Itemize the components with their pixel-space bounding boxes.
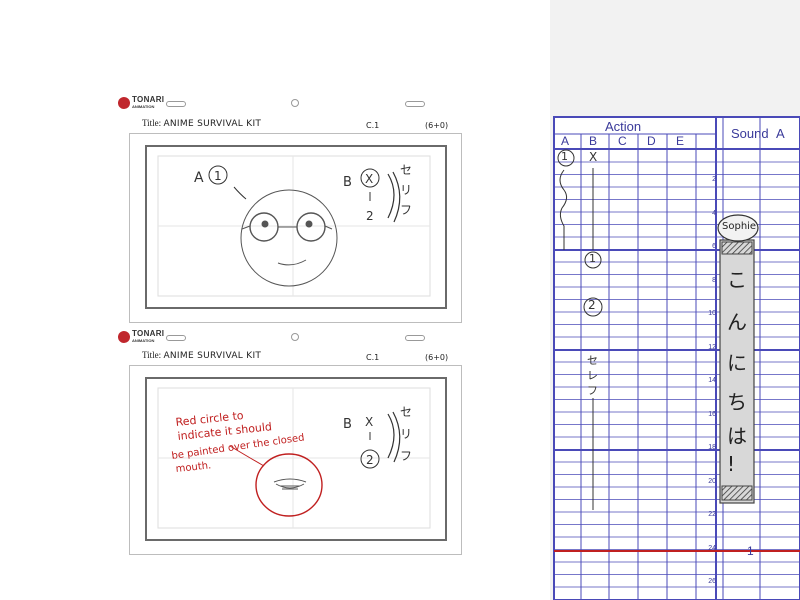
title-label: Title: xyxy=(142,118,162,128)
frame-number: 12 xyxy=(708,343,716,351)
dialogue-char: ! xyxy=(727,452,736,476)
svg-text:X: X xyxy=(365,172,373,186)
speaker-name: Sophie xyxy=(722,221,757,232)
red-annotation-note: Red circle to indicate it should be pain… xyxy=(171,409,305,475)
dialogue-char: ち xyxy=(727,390,747,414)
frame-number: 16 xyxy=(708,410,716,418)
action-column-d: D xyxy=(647,134,656,148)
svg-text:mouth.: mouth. xyxy=(175,460,212,475)
logo-sub: ANIMATION xyxy=(132,338,155,343)
title-value: ANIME SURVIVAL KIT xyxy=(163,351,262,361)
character-face-sketch xyxy=(240,189,338,287)
dialogue-char: ん xyxy=(727,310,747,334)
peg-slot-left xyxy=(166,101,186,107)
logo-sub: ANIMATION xyxy=(132,104,155,109)
frame-number: 6 xyxy=(712,243,716,250)
logo-badge-icon xyxy=(118,97,130,109)
svg-text:セ: セ xyxy=(400,405,412,419)
logo-brand: TONARI xyxy=(132,95,165,104)
logo-brand: TONARI xyxy=(132,329,165,338)
svg-text:X: X xyxy=(365,415,373,429)
panel-1-frame[interactable]: A 1 B X 2 セ リ フ xyxy=(129,133,462,323)
frame-number: 26 xyxy=(708,578,716,585)
svg-text:リ: リ xyxy=(400,427,412,441)
panel-2-drawing: Red circle to indicate it should be pain… xyxy=(157,387,431,529)
dialogue-char: は xyxy=(727,424,747,448)
action-column-a: A xyxy=(561,134,570,148)
action-column-e: E xyxy=(676,134,685,148)
cut-marker-number: 1 xyxy=(747,544,754,558)
storyboard-pane: TONARI ANIMATION Title: ANIME SURVIVAL K… xyxy=(0,0,550,600)
peg-hole-center xyxy=(291,333,299,341)
mark-a: A xyxy=(194,170,204,186)
logo-badge-icon xyxy=(118,331,130,343)
frame-number: 24 xyxy=(708,544,716,552)
frame-number: 2 xyxy=(712,176,716,183)
xsheet-pane: Action Sound A ABCDE 2 4 6 8 10 12 14 16 18 20 22 2… xyxy=(550,0,800,600)
storyboard-header-1: TONARI ANIMATION xyxy=(118,96,460,116)
mark-b: B xyxy=(343,417,352,432)
frame-number: 20 xyxy=(708,477,716,485)
frame-number: 14 xyxy=(708,377,716,384)
col-b-kana-3: フ xyxy=(587,384,598,397)
panel-2-title: Title: ANIME SURVIVAL KIT xyxy=(142,350,261,361)
panel-2-cut-number: C.1 xyxy=(366,353,380,362)
frame-number: 4 xyxy=(712,209,716,217)
svg-text:フ: フ xyxy=(400,449,412,463)
panel-1-drawing: A 1 B X 2 セ リ フ xyxy=(157,155,431,297)
col-b-entry-2: 2 xyxy=(588,298,596,312)
panel-2-duration: (6+0) xyxy=(425,353,449,362)
frame-number: 8 xyxy=(712,276,716,284)
closed-mouth-sketch xyxy=(273,478,307,490)
svg-text:リ: リ xyxy=(400,183,412,197)
title-value: ANIME SURVIVAL KIT xyxy=(163,119,262,129)
svg-text:フ: フ xyxy=(400,203,412,217)
panel-1-cut-number: C.1 xyxy=(366,121,380,130)
col-b-entry-1: 1 xyxy=(589,252,596,265)
sheet-column-a-header: A xyxy=(776,126,785,141)
panel-1-title: Title: ANIME SURVIVAL KIT xyxy=(142,118,261,129)
svg-text:セ: セ xyxy=(400,163,412,177)
panel-2-frame[interactable]: Red circle to indicate it should be pain… xyxy=(129,365,462,555)
peg-slot-left xyxy=(166,335,186,341)
panel-1-duration: (6+0) xyxy=(425,121,449,130)
title-label: Title: xyxy=(142,350,162,360)
mark-b: B xyxy=(343,175,352,190)
peg-slot-right xyxy=(405,335,425,341)
frame-number: 22 xyxy=(708,511,716,518)
action-column-c: C xyxy=(618,134,627,148)
svg-text:1: 1 xyxy=(214,169,222,183)
peg-hole-center xyxy=(291,99,299,107)
frame-number: 18 xyxy=(708,444,716,451)
peg-slot-right xyxy=(405,101,425,107)
action-column-b: B xyxy=(589,134,598,148)
dialogue-char: こ xyxy=(727,268,747,292)
red-highlight-circle xyxy=(255,453,323,517)
svg-text:2: 2 xyxy=(366,453,374,467)
col-b-kana-2: レ xyxy=(587,369,598,382)
col-b-entry-x: X xyxy=(589,150,598,164)
sound-header: Sound xyxy=(731,126,769,141)
dialogue-char: に xyxy=(727,351,747,375)
action-header: Action xyxy=(605,119,642,134)
col-a-entry: 1 xyxy=(561,150,568,163)
col-b-kana-1: セ xyxy=(587,354,598,367)
svg-text:2: 2 xyxy=(366,209,374,223)
frame-number: 10 xyxy=(708,310,716,317)
storyboard-header-2: TONARI ANIMATION xyxy=(118,330,460,350)
